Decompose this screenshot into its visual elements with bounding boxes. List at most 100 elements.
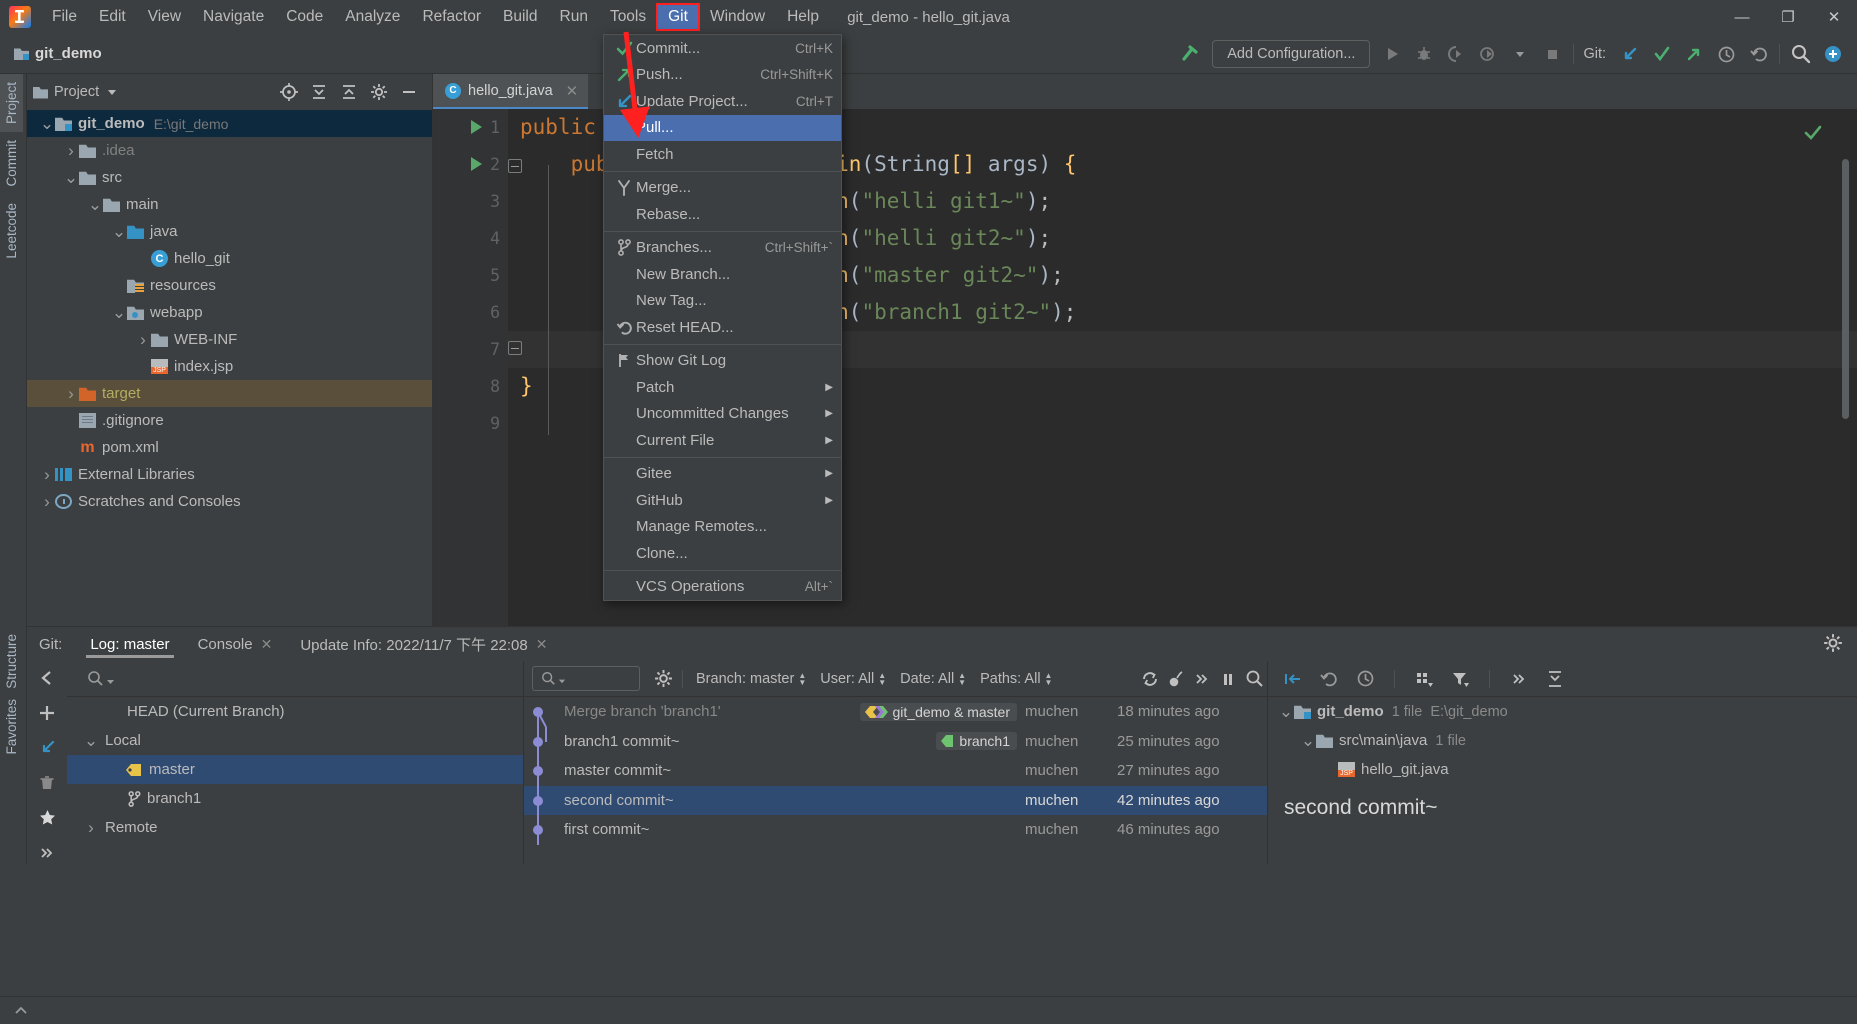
changed-file-node[interactable]: ⌄ src\main\java 1 file <box>1268 726 1857 755</box>
paths-filter[interactable]: Paths: All ▲ ▼ <box>980 671 1052 687</box>
tree-node-gitignore[interactable]: .gitignore <box>27 407 432 434</box>
close-icon[interactable]: ✕ <box>261 636 273 653</box>
menu-git[interactable]: Git <box>656 3 700 31</box>
commit-row[interactable]: Merge branch 'branch1' git_demo & master m… <box>524 697 1267 727</box>
menu-tools[interactable]: Tools <box>599 4 657 30</box>
chevron-down-icon[interactable] <box>99 79 125 105</box>
expand-all-icon[interactable] <box>306 79 332 105</box>
branch-node-remote[interactable]: › Remote <box>67 813 523 842</box>
more-icon[interactable] <box>1189 666 1215 692</box>
commit-row[interactable]: branch1 commit~ branch1 muchen 25 minutes a… <box>524 726 1267 757</box>
profile-button[interactable] <box>1472 38 1504 70</box>
chevron-down-icon[interactable]: ⌄ <box>39 114 55 134</box>
commit-ref-tag[interactable]: branch1 <box>936 732 1017 751</box>
menu-edit[interactable]: Edit <box>88 4 137 30</box>
history-icon[interactable] <box>1710 38 1742 70</box>
run-class-gutter-icon[interactable] <box>471 120 482 134</box>
hide-all-windows-icon[interactable] <box>8 998 34 1024</box>
jump-to-source-icon[interactable] <box>1280 666 1306 692</box>
delete-icon[interactable] <box>34 771 60 794</box>
tree-node-web-inf[interactable]: › WEB-INF <box>27 326 432 353</box>
run-with-coverage-button[interactable] <box>1440 38 1472 70</box>
tab-console[interactable]: Console ✕ <box>184 627 287 661</box>
tree-node-hello-git[interactable]: hello_git <box>27 245 432 272</box>
commit-ref-tag[interactable]: git_demo & master <box>859 702 1017 721</box>
tree-node-main[interactable]: ⌄ main <box>27 191 432 218</box>
more-icon[interactable] <box>1506 666 1532 692</box>
chevron-down-icon[interactable]: ⌄ <box>1278 702 1294 722</box>
chevron-right-icon[interactable]: › <box>63 141 79 161</box>
git-menu-item-new-branch[interactable]: New Branch... <box>604 261 841 288</box>
search-everywhere-icon[interactable] <box>1785 38 1817 70</box>
cherry-pick-icon[interactable] <box>1163 666 1189 692</box>
git-menu-item-commit[interactable]: Commit... Ctrl+K <box>604 35 841 62</box>
add-icon[interactable] <box>34 702 60 725</box>
close-button[interactable]: ✕ <box>1811 0 1857 34</box>
gear-icon[interactable] <box>1823 633 1843 653</box>
editor-gutter[interactable]: 1 2 3 4 5 6 7 8 9 <box>433 109 508 626</box>
tree-node-resources[interactable]: resources <box>27 272 432 299</box>
menu-run[interactable]: Run <box>549 4 599 30</box>
update-project-icon[interactable] <box>1614 38 1646 70</box>
git-menu-item-reset-head[interactable]: Reset HEAD... <box>604 314 841 341</box>
menu-navigate[interactable]: Navigate <box>192 4 275 30</box>
git-menu-item-patch[interactable]: Patch ▶ <box>604 374 841 401</box>
git-menu-item-update-project[interactable]: Update Project... Ctrl+T <box>604 88 841 115</box>
search-icon[interactable] <box>1241 666 1267 692</box>
pause-icon[interactable] <box>1215 666 1241 692</box>
chevron-down-icon[interactable]: ⌄ <box>1300 731 1316 751</box>
group-by-icon[interactable] <box>1411 666 1437 692</box>
fold-region-icon[interactable] <box>508 159 522 173</box>
tree-node-src[interactable]: ⌄ src <box>27 164 432 191</box>
chevron-right-icon[interactable]: › <box>39 492 55 512</box>
tree-node-idea[interactable]: › .idea <box>27 137 432 164</box>
tree-node-webapp[interactable]: ⌄ webapp <box>27 299 432 326</box>
chevron-down-icon[interactable]: ⌄ <box>111 222 127 242</box>
favorites-star-icon[interactable] <box>34 806 60 829</box>
rollback-icon[interactable] <box>1742 38 1774 70</box>
menu-help[interactable]: Help <box>776 4 830 30</box>
git-menu-item-new-tag[interactable]: New Tag... <box>604 288 841 315</box>
close-icon[interactable]: ✕ <box>536 636 548 653</box>
gear-icon[interactable] <box>650 666 676 692</box>
git-menu-item-branches[interactable]: Branches... Ctrl+Shift+` <box>604 235 841 262</box>
run-button[interactable] <box>1376 38 1408 70</box>
commit-row[interactable]: first commit~ muchen 46 minutes ago <box>524 815 1267 845</box>
changed-file-node[interactable]: ⌄ git_demo 1 file E:\git_demo <box>1268 697 1857 726</box>
chevron-right-icon[interactable]: › <box>39 465 55 485</box>
account-icon[interactable] <box>1817 38 1849 70</box>
branch-search-field[interactable] <box>67 661 523 697</box>
menu-file[interactable]: File <box>41 4 88 30</box>
maximize-button[interactable]: ❐ <box>1765 0 1811 34</box>
expand-collapse-icon[interactable] <box>1542 666 1568 692</box>
git-menu-item-fetch[interactable]: Fetch <box>604 141 841 168</box>
git-menu-item-show-git-log[interactable]: Show Git Log <box>604 348 841 375</box>
chevron-down-icon[interactable]: ⌄ <box>87 195 103 215</box>
menu-refactor[interactable]: Refactor <box>411 4 492 30</box>
changed-file-node[interactable]: hello_git.java <box>1268 755 1857 784</box>
menu-view[interactable]: View <box>137 4 192 30</box>
tree-node-java[interactable]: ⌄ java <box>27 218 432 245</box>
branch-node-head-current-branch[interactable]: HEAD (Current Branch) <box>67 697 523 726</box>
git-menu-item-current-file[interactable]: Current File ▶ <box>604 427 841 454</box>
tree-node-index-jsp[interactable]: index.jsp <box>27 353 432 380</box>
commit-search-field[interactable] <box>532 666 640 691</box>
chevron-right-icon[interactable]: › <box>135 330 151 350</box>
chevron-down-icon[interactable]: ⌄ <box>83 731 99 751</box>
gear-icon[interactable] <box>366 79 392 105</box>
sidebar-item-commit[interactable]: Commit <box>0 132 23 195</box>
tree-node-scratches-and-consoles[interactable]: › Scratches and Consoles <box>27 488 432 515</box>
push-icon[interactable] <box>1678 38 1710 70</box>
user-filter[interactable]: User: All ▲ ▼ <box>820 671 886 687</box>
git-menu-item-uncommitted-changes[interactable]: Uncommitted Changes ▶ <box>604 401 841 428</box>
refresh-icon[interactable] <box>1137 666 1163 692</box>
menu-build[interactable]: Build <box>492 4 548 30</box>
git-menu-item-clone[interactable]: Clone... <box>604 540 841 567</box>
fold-region-end-icon[interactable] <box>508 341 522 355</box>
menu-analyze[interactable]: Analyze <box>334 4 411 30</box>
chevron-down-icon[interactable] <box>1504 38 1536 70</box>
sidebar-item-leetcode[interactable]: Leetcode <box>0 195 23 267</box>
add-configuration-button[interactable]: Add Configuration... <box>1212 40 1371 68</box>
git-menu-item-github[interactable]: GitHub ▶ <box>604 487 841 514</box>
more-icon[interactable] <box>34 841 60 864</box>
